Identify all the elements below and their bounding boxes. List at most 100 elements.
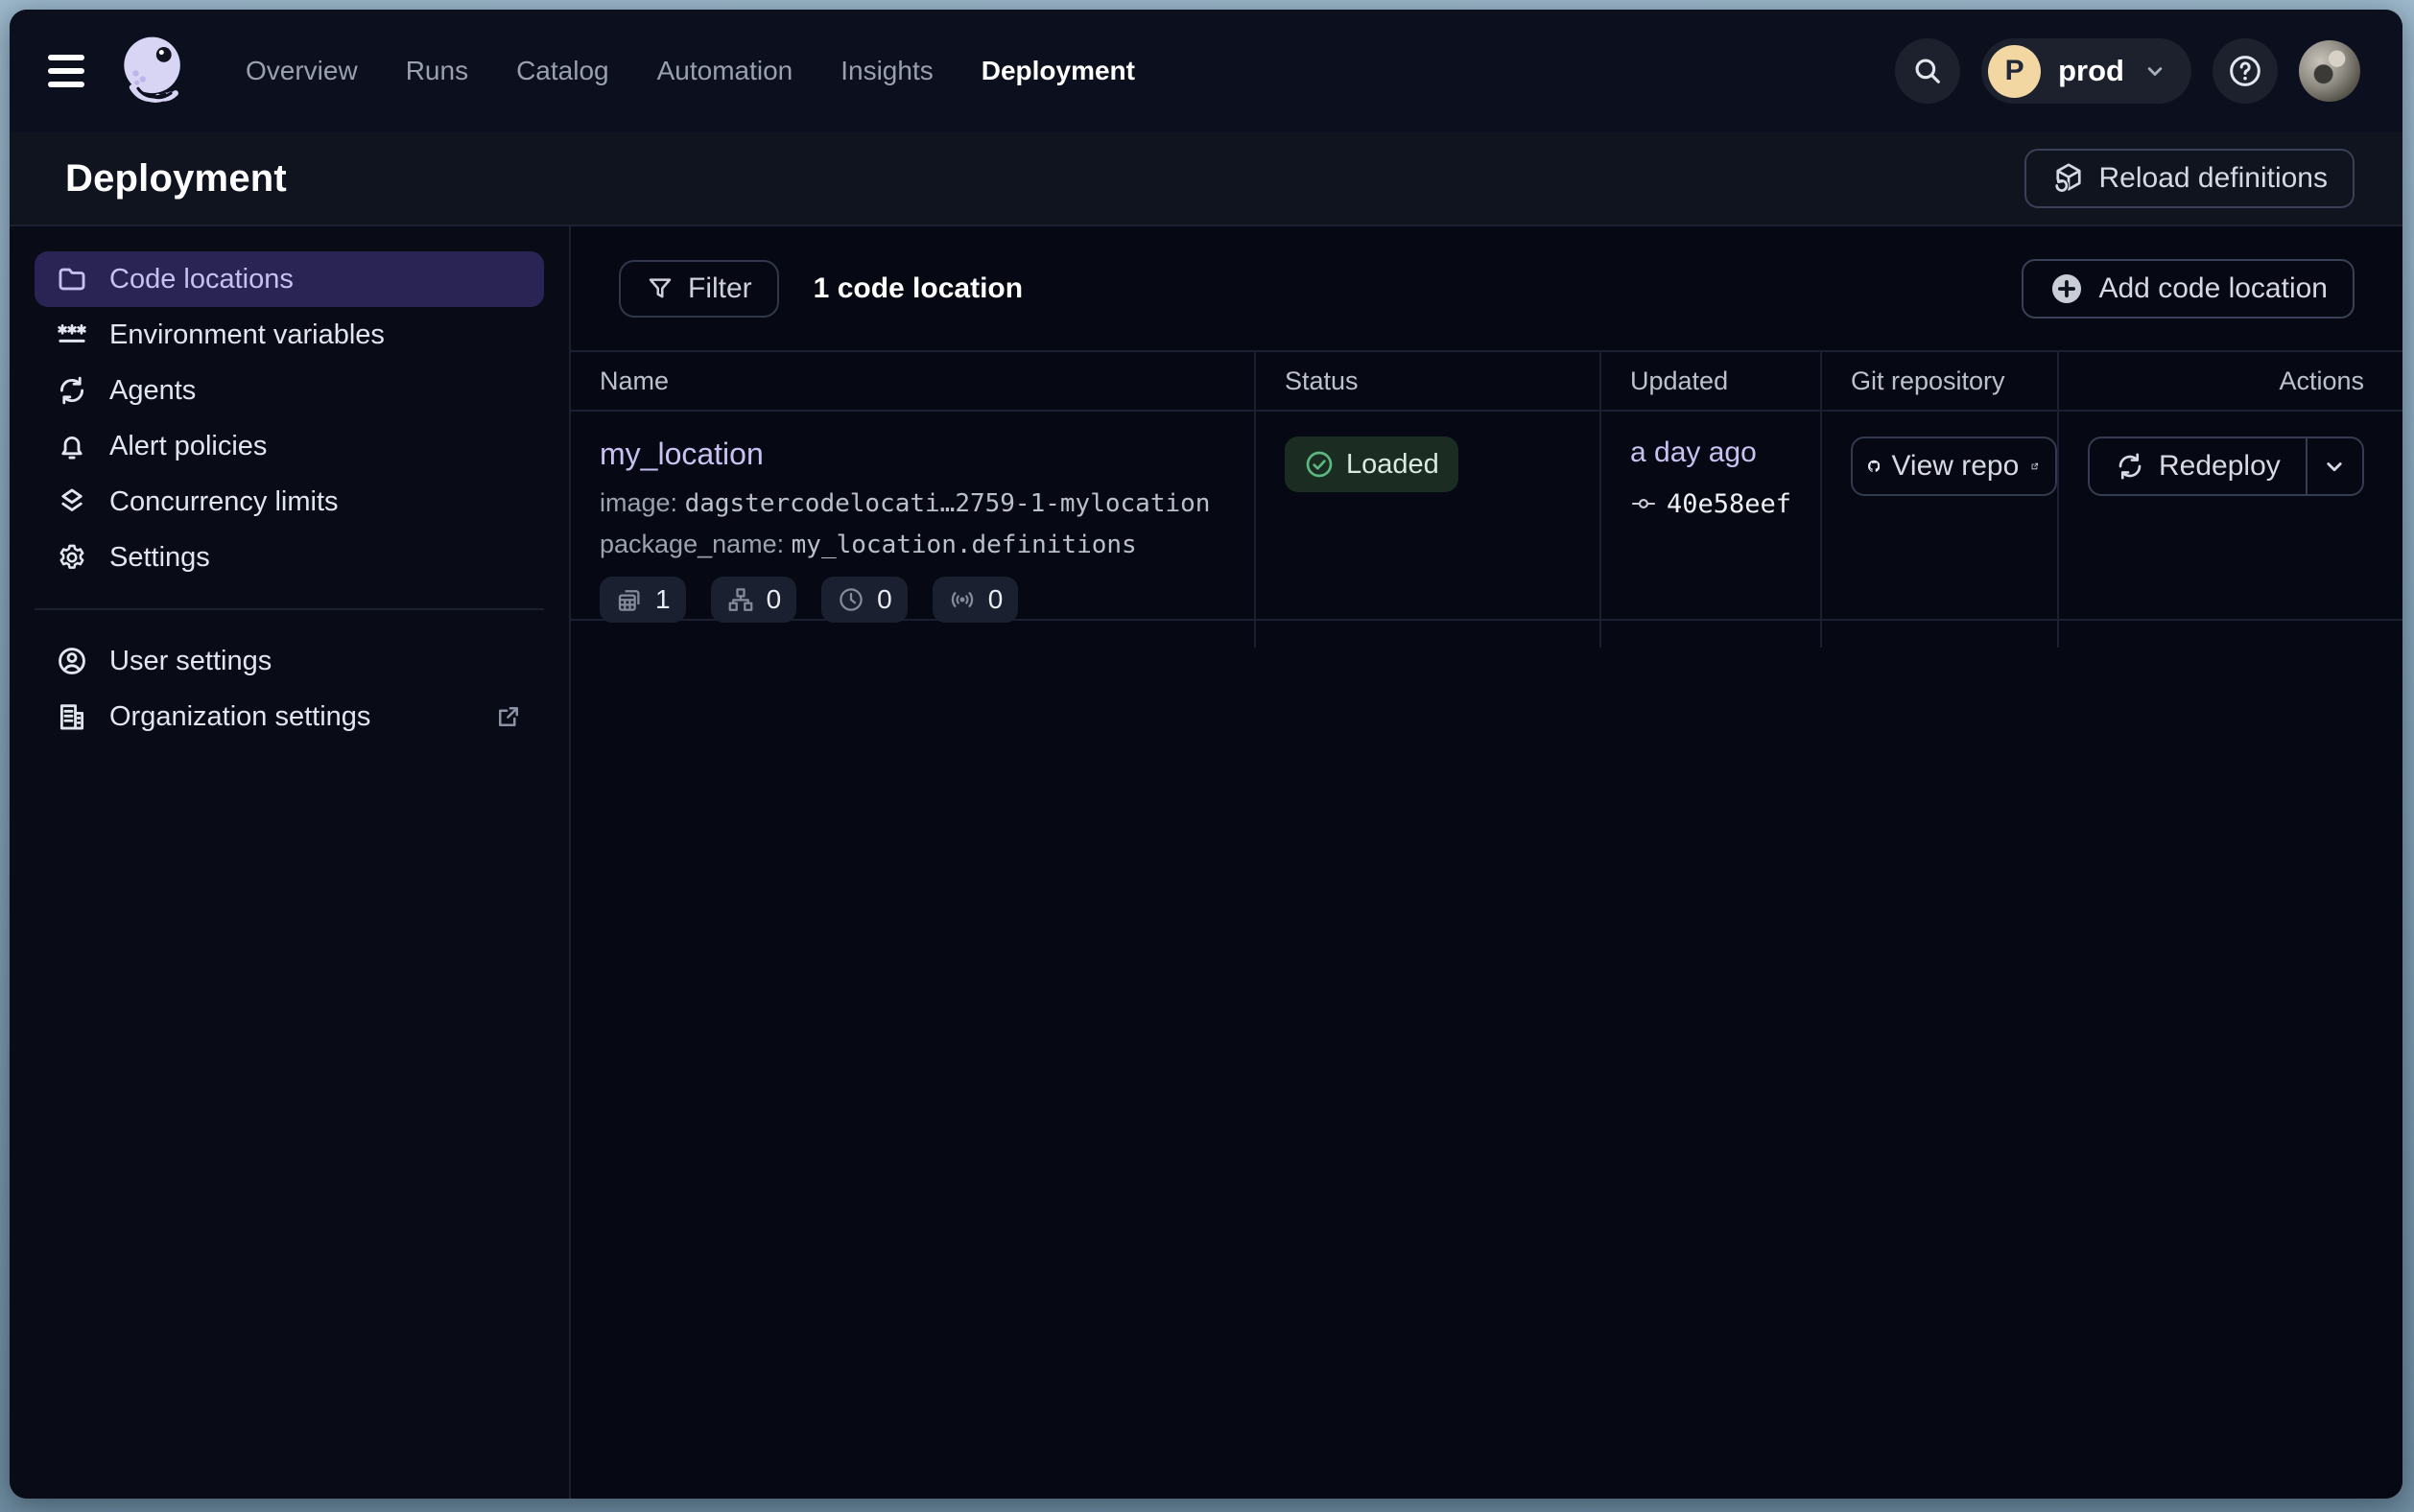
main-panel: Filter 1 code location Add code location…	[571, 226, 2402, 1499]
search-button[interactable]	[1895, 38, 1960, 104]
sidebar-item-concurrency-limits[interactable]: Concurrency limits	[35, 474, 544, 530]
building-icon	[56, 700, 88, 733]
code-location-link[interactable]: my_location	[600, 437, 764, 472]
package-value: my_location.definitions	[792, 531, 1137, 559]
table-row: my_location image: dagstercodelocati…275…	[571, 412, 2402, 621]
deployment-switcher[interactable]: P prod	[1981, 38, 2191, 104]
updated-cell: a day ago 40e58eef	[1601, 412, 1822, 648]
toolbar: Filter 1 code location Add code location	[571, 226, 2402, 350]
jobs-badge: 0	[711, 577, 797, 623]
redeploy-label: Redeploy	[2159, 450, 2281, 483]
help-button[interactable]	[2213, 38, 2278, 104]
user-avatar[interactable]	[2299, 40, 2360, 102]
column-header-name: Name	[571, 352, 1256, 410]
sidebar-item-label: Alert policies	[109, 431, 267, 462]
git-repository-cell: View repo	[1822, 412, 2059, 648]
redeploy-icon	[2115, 451, 2145, 482]
schedules-badge: 0	[821, 577, 908, 623]
assets-icon	[615, 585, 644, 614]
plus-circle-icon	[2048, 271, 2085, 307]
filter-label: Filter	[688, 272, 752, 305]
sidebar-item-label: Settings	[109, 542, 210, 574]
help-icon	[2226, 52, 2264, 90]
code-locations-table: Name Status Updated Git repository Actio…	[571, 350, 2402, 621]
redeploy-menu-button[interactable]	[2306, 438, 2362, 494]
dagster-logo[interactable]	[117, 34, 192, 108]
reload-definitions-label: Reload definitions	[2099, 162, 2329, 195]
env-vars-icon	[56, 319, 88, 351]
external-link-icon	[494, 702, 523, 731]
sidebar-item-label: Environment variables	[109, 319, 385, 351]
status-cell: Loaded	[1256, 412, 1601, 648]
search-icon	[1911, 55, 1944, 87]
filter-icon	[646, 274, 674, 303]
sidebar-item-settings[interactable]: Settings	[35, 530, 544, 585]
reload-definitions-icon	[2051, 161, 2086, 196]
nav-deployment[interactable]: Deployment	[982, 56, 1135, 86]
sidebar-item-user-settings[interactable]: User settings	[35, 633, 544, 689]
sensors-count: 0	[988, 584, 1004, 615]
name-cell: my_location image: dagstercodelocati…275…	[571, 412, 1256, 648]
sidebar-item-label: Concurrency limits	[109, 486, 339, 518]
filter-button[interactable]: Filter	[619, 260, 779, 318]
view-repo-button[interactable]: View repo	[1851, 437, 2057, 496]
top-nav: Overview Runs Catalog Automation Insight…	[10, 10, 2402, 132]
add-code-location-label: Add code location	[2098, 272, 2328, 305]
deployment-initial: P	[1988, 45, 2041, 98]
nav-overview[interactable]: Overview	[246, 56, 358, 86]
check-circle-icon	[1304, 449, 1335, 480]
commit-icon	[1630, 488, 1657, 519]
chevron-down-icon	[2320, 452, 2349, 481]
redeploy-button[interactable]: Redeploy	[2090, 438, 2306, 494]
column-header-actions: Actions	[2059, 352, 2402, 410]
sidebar: Code locations Environment	[10, 226, 571, 1499]
chevron-down-icon	[2142, 58, 2168, 84]
content-area: Code locations Environment	[10, 226, 2402, 1499]
desktop-background: Overview Runs Catalog Automation Insight…	[0, 0, 2414, 1512]
table-header: Name Status Updated Git repository Actio…	[571, 350, 2402, 412]
main-nav: Overview Runs Catalog Automation Insight…	[246, 56, 1135, 86]
image-line: image: dagstercodelocati…2759-1-mylocati…	[600, 488, 1225, 518]
jobs-count: 0	[767, 584, 782, 615]
nav-insights[interactable]: Insights	[840, 56, 934, 86]
sidebar-item-code-locations[interactable]: Code locations	[35, 251, 544, 307]
code-location-count: 1 code location	[814, 272, 1023, 305]
definition-count-badges: 1	[600, 577, 1225, 623]
updated-link[interactable]: a day ago	[1630, 437, 1757, 469]
menu-button[interactable]	[48, 55, 84, 87]
column-header-updated: Updated	[1601, 352, 1822, 410]
nav-automation[interactable]: Automation	[657, 56, 793, 86]
page-header: Deployment Reload definitions	[10, 132, 2402, 226]
commit-line: 40e58eef	[1630, 488, 1791, 519]
package-line: package_name: my_location.definitions	[600, 530, 1225, 559]
nav-runs[interactable]: Runs	[406, 56, 468, 86]
redeploy-split-button: Redeploy	[2088, 437, 2364, 496]
column-header-status: Status	[1256, 352, 1601, 410]
sync-icon	[56, 374, 88, 407]
sidebar-item-environment-variables[interactable]: Environment variables	[35, 307, 544, 363]
status-label: Loaded	[1346, 449, 1439, 481]
layers-icon	[56, 485, 88, 518]
schedules-count: 0	[877, 584, 892, 615]
actions-cell: Redeploy	[2059, 412, 2402, 648]
bell-icon	[56, 430, 88, 462]
sidebar-item-alert-policies[interactable]: Alert policies	[35, 418, 544, 474]
assets-badge: 1	[600, 577, 686, 623]
app-window: Overview Runs Catalog Automation Insight…	[10, 10, 2402, 1499]
sidebar-item-organization-settings[interactable]: Organization settings	[35, 689, 544, 744]
sidebar-item-label: Code locations	[109, 264, 294, 295]
sensors-badge: 0	[933, 577, 1019, 623]
reload-definitions-button[interactable]: Reload definitions	[2024, 149, 2355, 208]
image-value: dagstercodelocati…2759-1-mylocation	[685, 489, 1211, 518]
add-code-location-button[interactable]: Add code location	[2022, 259, 2355, 319]
nav-catalog[interactable]: Catalog	[516, 56, 609, 86]
folder-icon	[56, 263, 88, 295]
user-circle-icon	[56, 645, 88, 677]
sidebar-item-agents[interactable]: Agents	[35, 363, 544, 418]
commit-hash: 40e58eef	[1667, 489, 1791, 519]
sidebar-item-label: User settings	[109, 646, 272, 677]
package-label: package_name:	[600, 530, 784, 558]
schedules-icon	[837, 585, 865, 614]
image-label: image:	[600, 488, 677, 517]
external-link-icon	[2030, 453, 2040, 480]
